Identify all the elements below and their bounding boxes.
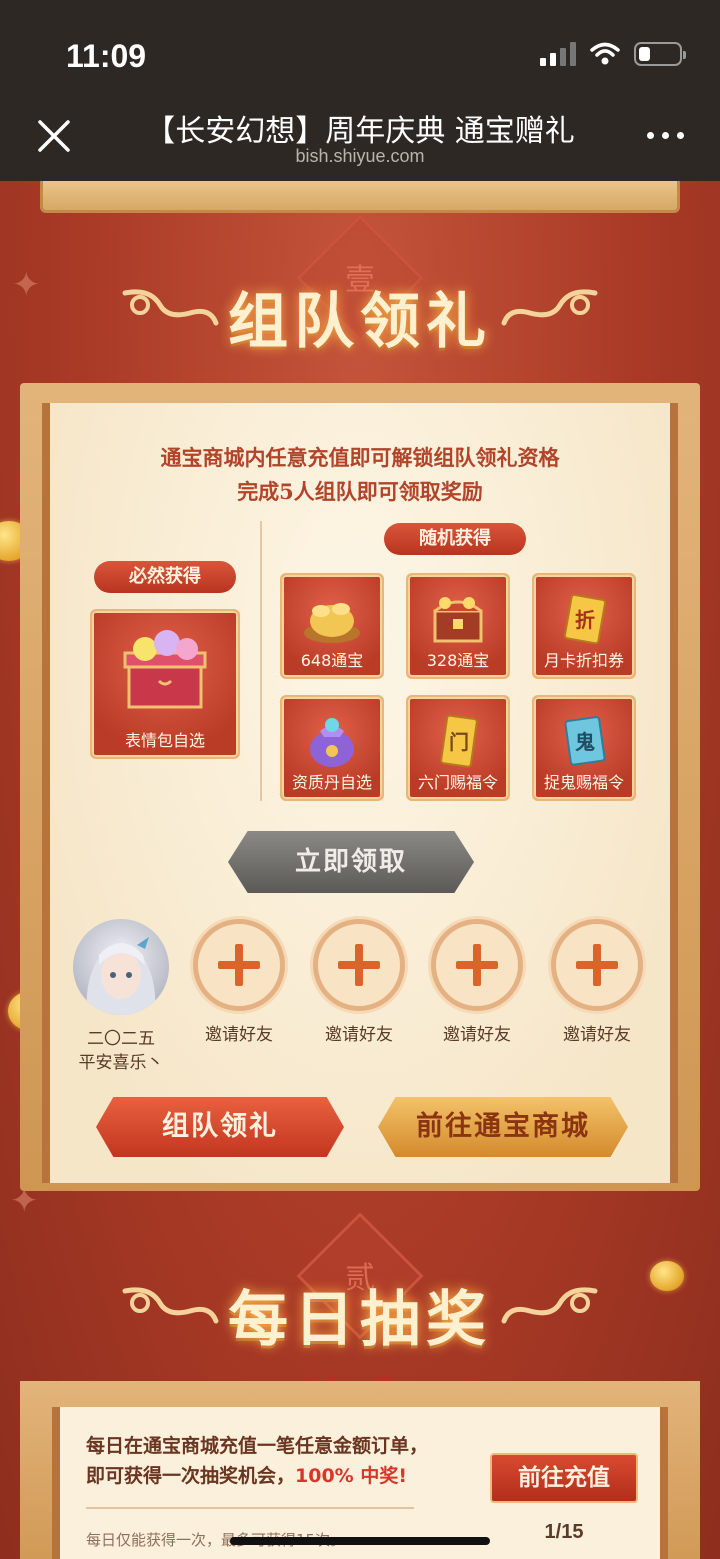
avatar xyxy=(73,919,169,1015)
guaranteed-reward-card[interactable]: 表情包自选 xyxy=(90,609,240,759)
page-title: 【长安幻想】周年庆典 通宝赠礼 xyxy=(145,114,575,149)
reward-label: 资质丹自选 xyxy=(291,773,372,792)
banner-bottom-edge xyxy=(40,181,680,213)
random-reward-card[interactable]: 鬼 捉鬼赐福令 xyxy=(532,695,636,801)
section-heading-daily: 贰 每日抽奖 xyxy=(0,1212,720,1371)
section-title: 每日抽奖 xyxy=(228,1285,492,1355)
invite-friend-slot[interactable]: 邀请好友 xyxy=(184,919,294,1047)
invite-friend-slot[interactable]: 邀请好友 xyxy=(422,919,532,1047)
token-char: 鬼 xyxy=(575,730,595,754)
daily-divider xyxy=(86,1507,414,1509)
section-title: 组队领礼 xyxy=(228,287,492,357)
team-reward-button[interactable]: 组队领礼 xyxy=(96,1097,344,1157)
draw-counter: 1/15 xyxy=(544,1521,584,1543)
home-indicator xyxy=(230,1537,490,1545)
member-name: 二〇二五 平安喜乐丶 xyxy=(78,1029,164,1073)
reward-divider xyxy=(260,521,262,801)
cloud-swirl-right-icon xyxy=(501,1287,598,1324)
discount-coupon-icon: 折 xyxy=(563,594,607,645)
random-label: 随机获得 xyxy=(384,523,526,555)
team-member-slot[interactable]: 二〇二五 平安喜乐丶 xyxy=(66,919,176,1075)
reward-label: 表情包自选 xyxy=(124,731,205,750)
add-friend-button[interactable] xyxy=(551,919,643,1011)
reward-label: 月卡折扣券 xyxy=(543,651,624,670)
pouch-icon xyxy=(310,718,354,767)
page-url: bish.shiyue.com xyxy=(295,146,425,166)
coupon-char: 折 xyxy=(575,608,595,632)
token-char: 门 xyxy=(449,730,469,754)
section-heading-team: 壹 组队领礼 xyxy=(0,214,720,373)
emoji-gift-box-icon xyxy=(123,630,207,709)
invite-friend-slot[interactable]: 邀请好友 xyxy=(304,919,414,1047)
status-time: 11:09 xyxy=(66,38,147,74)
wifi-icon xyxy=(590,42,620,65)
cloud-swirl-right-icon xyxy=(501,289,598,326)
go-recharge-button[interactable]: 前往充值 xyxy=(490,1453,638,1503)
guarantee-highlight: 100% 中奖! xyxy=(295,1465,407,1487)
page-content: ✦ ✦ 壹 组队领礼 通宝商城内任意充值即可解锁组队领礼资格 完成5人组队即可领… xyxy=(0,181,720,1559)
ghost-token-icon: 鬼 xyxy=(564,716,606,766)
invite-friend-slot[interactable]: 邀请好友 xyxy=(542,919,652,1047)
treasure-chest-icon xyxy=(433,597,483,643)
gold-token-icon: 门 xyxy=(440,714,478,768)
invite-label: 邀请好友 xyxy=(443,1025,511,1045)
random-reward-card[interactable]: 资质丹自选 xyxy=(280,695,384,801)
random-reward-card[interactable]: 门 六门赐福令 xyxy=(406,695,510,801)
reward-label: 648通宝 xyxy=(300,651,364,670)
add-friend-button[interactable] xyxy=(193,919,285,1011)
browser-header: 11:09 【长安幻想】周年庆典 通宝赠礼 bish.shiyue.com xyxy=(0,0,720,181)
character-portrait-icon xyxy=(86,937,156,1015)
status-icons xyxy=(540,42,686,66)
invite-label: 邀请好友 xyxy=(563,1025,631,1045)
invite-label: 邀请好友 xyxy=(205,1025,273,1045)
claim-now-button[interactable]: 立即领取 xyxy=(228,831,474,893)
intro-line-1: 通宝商城内任意充值即可解锁组队领礼资格 xyxy=(160,445,560,470)
reward-label: 六门赐福令 xyxy=(417,773,498,792)
cellular-signal-icon xyxy=(540,42,576,66)
daily-description: 每日在通宝商城充值一笔任意金额订单， 即可获得一次抽奖机会，100% 中奖! xyxy=(86,1435,429,1487)
intro-line-2: 完成5人组队即可领取奖励 xyxy=(237,479,483,504)
random-reward-card[interactable]: 328通宝 xyxy=(406,573,510,679)
invite-label: 邀请好友 xyxy=(325,1025,393,1045)
go-to-shop-button[interactable]: 前往通宝商城 xyxy=(378,1097,628,1157)
random-reward-card[interactable]: 折 月卡折扣券 xyxy=(532,573,636,679)
battery-icon xyxy=(634,42,686,66)
guaranteed-label: 必然获得 xyxy=(94,561,236,593)
random-reward-card[interactable]: 648通宝 xyxy=(280,573,384,679)
reward-label: 捉鬼赐福令 xyxy=(543,773,624,792)
add-friend-button[interactable] xyxy=(313,919,405,1011)
gold-ingot-pile-icon xyxy=(304,603,360,643)
more-icon[interactable] xyxy=(647,132,684,139)
reward-label: 328通宝 xyxy=(426,651,490,670)
add-friend-button[interactable] xyxy=(431,919,523,1011)
